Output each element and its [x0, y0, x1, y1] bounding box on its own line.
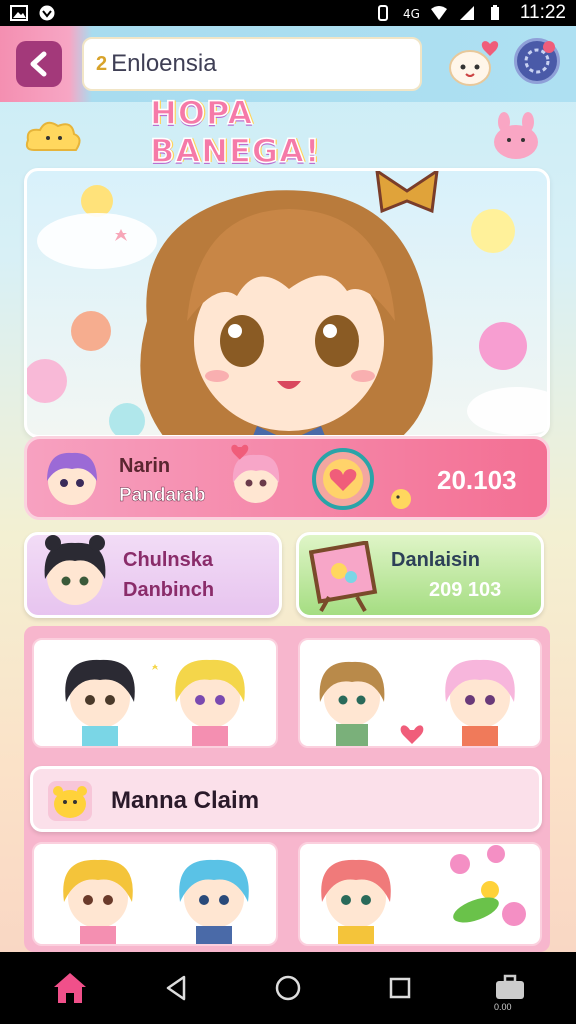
pink-hair-avatar — [231, 444, 280, 503]
svg-text:4G: 4G — [403, 7, 420, 21]
nav-recents-button[interactable] — [380, 968, 420, 1008]
claim-label: Manna Claim — [111, 787, 260, 814]
wifi-icon — [430, 6, 447, 20]
app-screen: 2 Enloensia HOPA BANEGA! Narin Pandarab … — [0, 26, 576, 952]
character-tile[interactable] — [298, 638, 542, 748]
featured-subtitle: Pandarab — [119, 485, 206, 507]
character-tile[interactable] — [298, 842, 542, 946]
character-tile[interactable] — [32, 842, 278, 946]
purple-hair-avatar — [47, 452, 97, 505]
card-left-subtitle: Danbinch — [123, 579, 215, 601]
yellow-bear-icon — [48, 781, 92, 821]
app-title: HOPA BANEGA! — [149, 93, 321, 171]
card-left-title: Chulnska — [123, 549, 214, 571]
pink-bunny-icon — [494, 112, 538, 159]
card-right-title: Danlaisin — [391, 549, 480, 571]
data-icon: 4G — [403, 7, 420, 21]
home-icon — [54, 973, 86, 1003]
nav-home-button[interactable] — [50, 968, 90, 1008]
chibi-pair-illustration — [65, 659, 245, 746]
chevron-left-icon — [30, 51, 47, 77]
heart-badge-icon[interactable] — [311, 447, 375, 511]
back-button[interactable] — [16, 41, 62, 87]
featured-value: 20.103 — [437, 465, 517, 495]
nav-home-circle-button[interactable] — [268, 968, 308, 1008]
nav-wallet-label: 0.00 — [494, 1002, 512, 1012]
bottom-navigation: 0.00 — [0, 952, 576, 1024]
hero-character-card[interactable] — [24, 168, 550, 438]
search-prefix: 2 — [96, 52, 108, 75]
mascot-heart-icon[interactable] — [446, 38, 502, 90]
signal-icon — [459, 6, 474, 20]
clock: 11:22 — [519, 2, 566, 23]
chibi-pair-illustration — [319, 659, 515, 746]
character-card-left[interactable]: Chulnska Danbinch — [24, 532, 282, 618]
status-bar: 4G 11:22 — [0, 0, 576, 26]
featured-character-bar[interactable]: Narin Pandarab 20.103 — [24, 436, 550, 520]
character-card-right[interactable]: Danlaisin 209 103 — [296, 532, 544, 618]
easel-painting-icon — [309, 541, 378, 612]
chibi-pair-illustration — [63, 859, 249, 944]
top-header: 2 Enloensia — [0, 26, 576, 102]
briefcase-icon — [496, 974, 524, 999]
yellow-chick-icon — [391, 489, 411, 509]
back-triangle-icon — [166, 975, 186, 1001]
card-right-value: 209 103 — [429, 579, 502, 601]
yellow-cloud-icon — [25, 121, 81, 151]
nav-back-button[interactable] — [156, 968, 196, 1008]
image-notification-icon — [10, 5, 28, 21]
search-value: Enloensia — [111, 50, 217, 77]
square-recents-icon — [389, 977, 411, 999]
vibrate-icon — [377, 5, 388, 21]
black-hair-avatar — [44, 535, 106, 605]
character-tile[interactable] — [32, 638, 278, 748]
profile-button[interactable] — [514, 38, 560, 84]
manna-claim-button[interactable]: Manna Claim — [30, 766, 542, 832]
battery-icon — [490, 5, 499, 20]
featured-name: Narin — [119, 455, 171, 477]
notification-dot — [543, 41, 555, 53]
app-notification-icon — [39, 5, 55, 21]
hero-character-illustration — [27, 171, 547, 435]
search-input[interactable]: 2 Enloensia — [82, 37, 422, 91]
circle-home-icon — [275, 975, 301, 1001]
chibi-with-flowers-illustration — [321, 845, 526, 944]
